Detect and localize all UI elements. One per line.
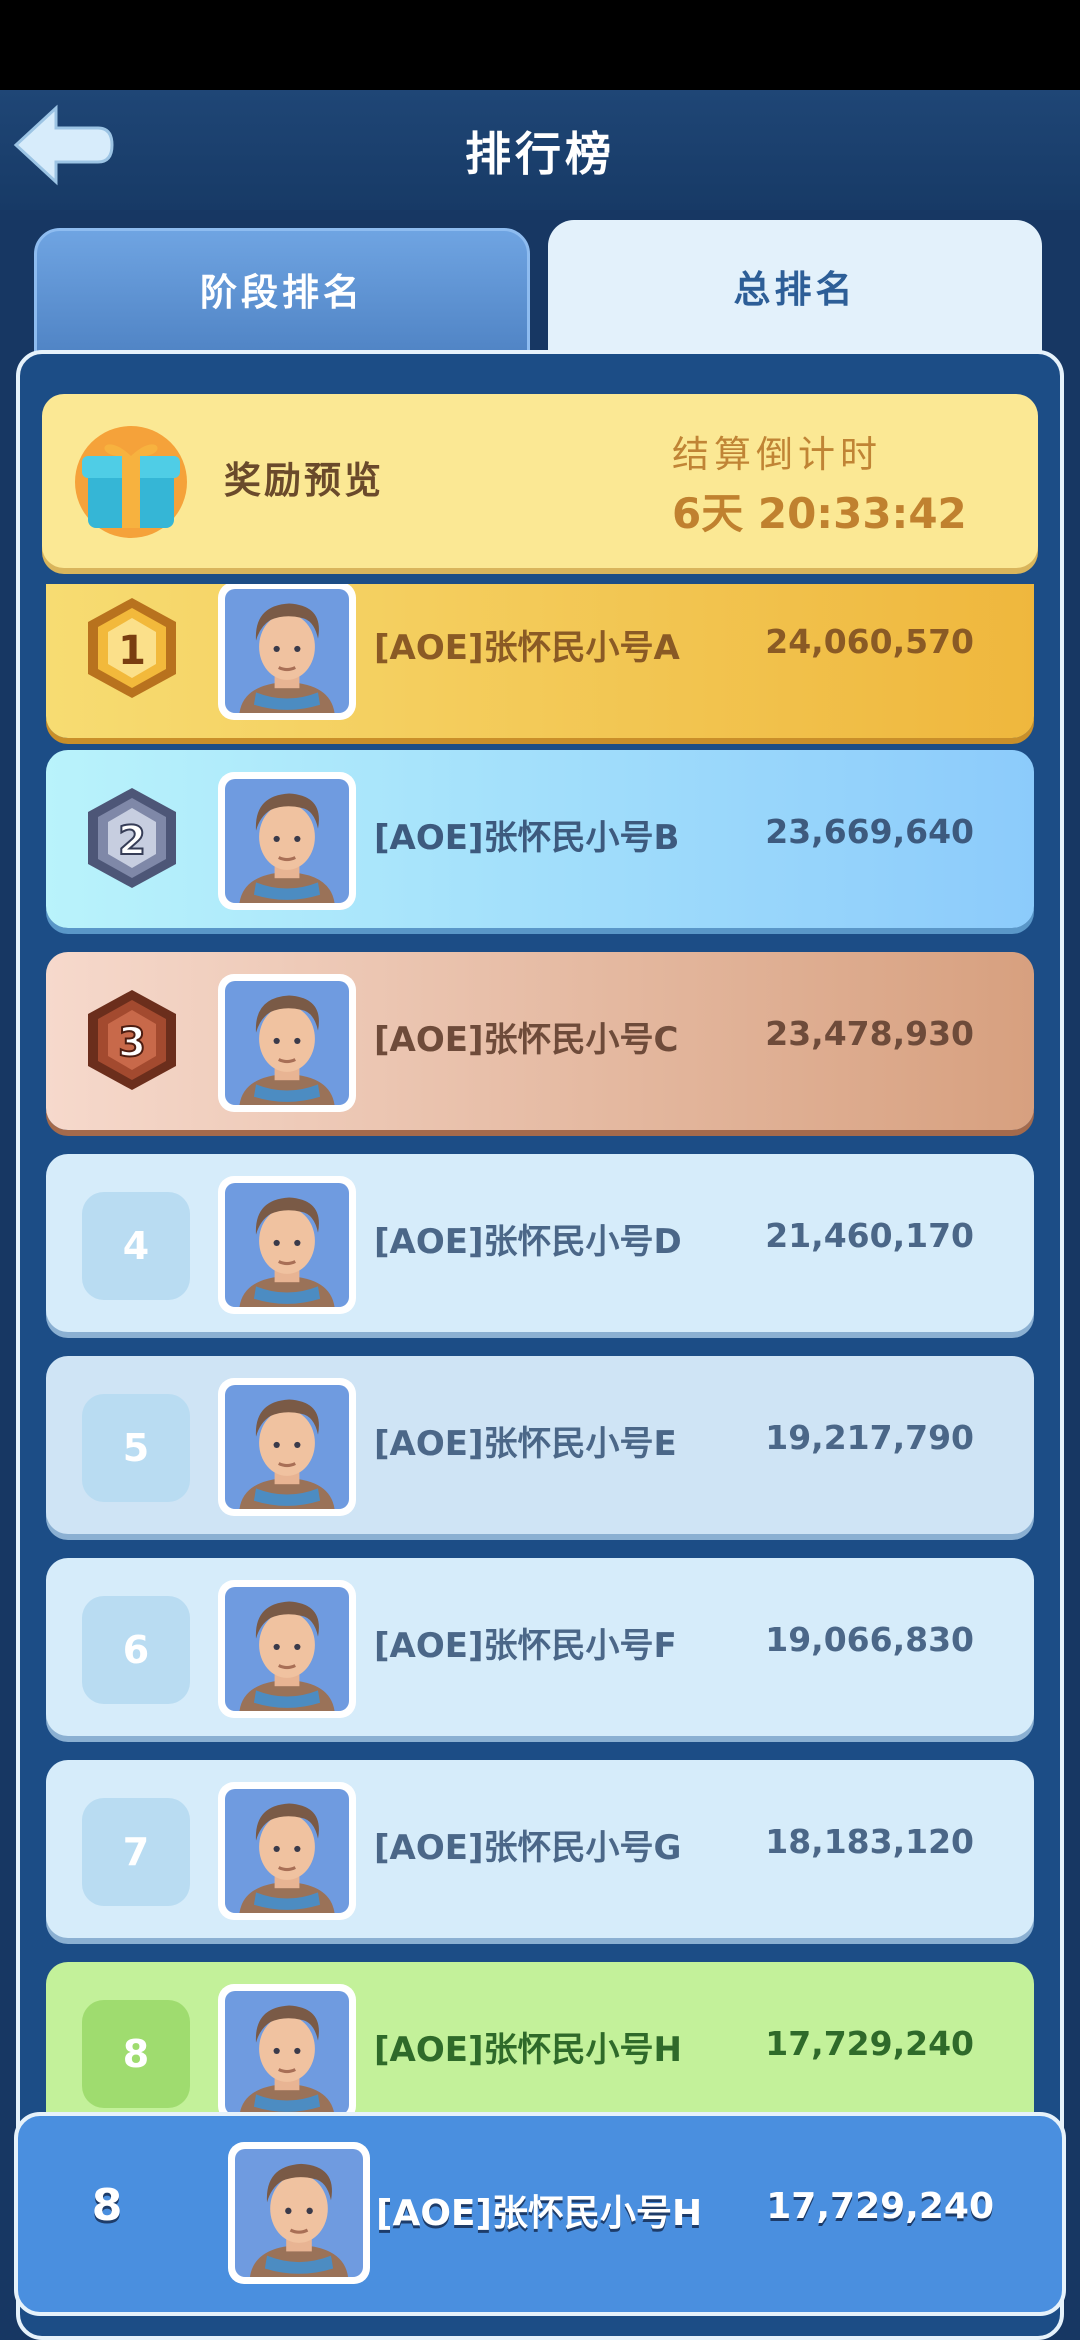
rank-number: 7: [82, 1798, 190, 1906]
player-score: 23,669,640: [765, 812, 974, 851]
my-rank-number: 8: [91, 2180, 123, 2231]
player-score: 17,729,240: [765, 2024, 974, 2063]
tab-total-ranking[interactable]: 总排名: [548, 220, 1042, 360]
avatar[interactable]: [218, 1580, 356, 1718]
countdown-value: 6天 20:33:42: [672, 489, 967, 538]
player-name: [AOE]张怀民小号F: [374, 1626, 677, 1666]
ranking-row[interactable]: 5 [AOE]张怀民小号E 19,217,790: [46, 1356, 1034, 1534]
rank-number: 4: [82, 1192, 190, 1300]
player-name: [AOE]张怀民小号E: [374, 1424, 677, 1464]
bronze-rank-badge-icon: 3: [88, 990, 176, 1090]
gold-rank-badge-icon: 1: [88, 598, 176, 698]
tab-stage-ranking[interactable]: 阶段排名: [34, 228, 530, 360]
my-avatar[interactable]: [228, 2142, 370, 2284]
ranking-row[interactable]: 1 [AOE]张怀民小号A 24,060,570: [46, 584, 1034, 738]
my-player-score: 17,729,240: [766, 2186, 994, 2227]
avatar[interactable]: [218, 1782, 356, 1920]
avatar[interactable]: [218, 974, 356, 1112]
silver-rank-badge-icon: 2: [88, 788, 176, 888]
rank-number: 3: [118, 1020, 146, 1066]
ranking-list[interactable]: 1 [AOE]张怀民小号A 24,060,570 2 [AOE]张怀民小号B 2…: [42, 584, 1038, 2114]
avatar[interactable]: [218, 584, 356, 720]
ranking-row[interactable]: 3 [AOE]张怀民小号C 23,478,930: [46, 952, 1034, 1130]
player-score: 21,460,170: [765, 1216, 974, 1255]
status-bar: [0, 0, 1080, 90]
ranking-row[interactable]: 7 [AOE]张怀民小号G 18,183,120: [46, 1760, 1034, 1938]
player-name: [AOE]张怀民小号A: [374, 628, 680, 668]
rank-number: 8: [82, 2000, 190, 2108]
rank-number: 1: [118, 628, 146, 674]
avatar[interactable]: [218, 1176, 356, 1314]
rank-number: 2: [118, 818, 146, 864]
player-score: 19,066,830: [765, 1620, 974, 1659]
reward-preview-label: 奖励预览: [224, 459, 384, 502]
player-name: [AOE]张怀民小号C: [374, 1020, 679, 1060]
player-score: 23,478,930: [765, 1014, 974, 1053]
my-player-name: [AOE]张怀民小号H: [376, 2193, 703, 2234]
countdown-label: 结算倒计时: [672, 433, 882, 476]
my-rank-bar[interactable]: 8 [AOE]张怀民小号H 17,729,240: [14, 2112, 1066, 2316]
player-score: 24,060,570: [765, 622, 974, 661]
avatar[interactable]: [218, 772, 356, 910]
player-name: [AOE]张怀民小号H: [374, 2030, 682, 2070]
player-score: 18,183,120: [765, 1822, 974, 1861]
avatar[interactable]: [218, 1378, 356, 1516]
header-bar: 排行榜: [0, 90, 1080, 210]
ranking-row[interactable]: 6 [AOE]张怀民小号F 19,066,830: [46, 1558, 1034, 1736]
rank-number: 6: [82, 1596, 190, 1704]
page-title: 排行榜: [465, 127, 615, 181]
player-name: [AOE]张怀民小号G: [374, 1828, 682, 1868]
avatar[interactable]: [218, 1984, 356, 2114]
rank-number: 5: [82, 1394, 190, 1502]
ranking-row[interactable]: 2 [AOE]张怀民小号B 23,669,640: [46, 750, 1034, 928]
player-score: 19,217,790: [765, 1418, 974, 1457]
gift-icon: [75, 426, 187, 538]
ranking-row[interactable]: 4 [AOE]张怀民小号D 21,460,170: [46, 1154, 1034, 1332]
ranking-row-self[interactable]: 8 [AOE]张怀民小号H 17,729,240: [46, 1962, 1034, 2114]
reward-preview-bar[interactable]: 奖励预览 结算倒计时 6天 20:33:42: [42, 394, 1038, 568]
player-name: [AOE]张怀民小号B: [374, 818, 680, 858]
player-name: [AOE]张怀民小号D: [374, 1222, 682, 1262]
